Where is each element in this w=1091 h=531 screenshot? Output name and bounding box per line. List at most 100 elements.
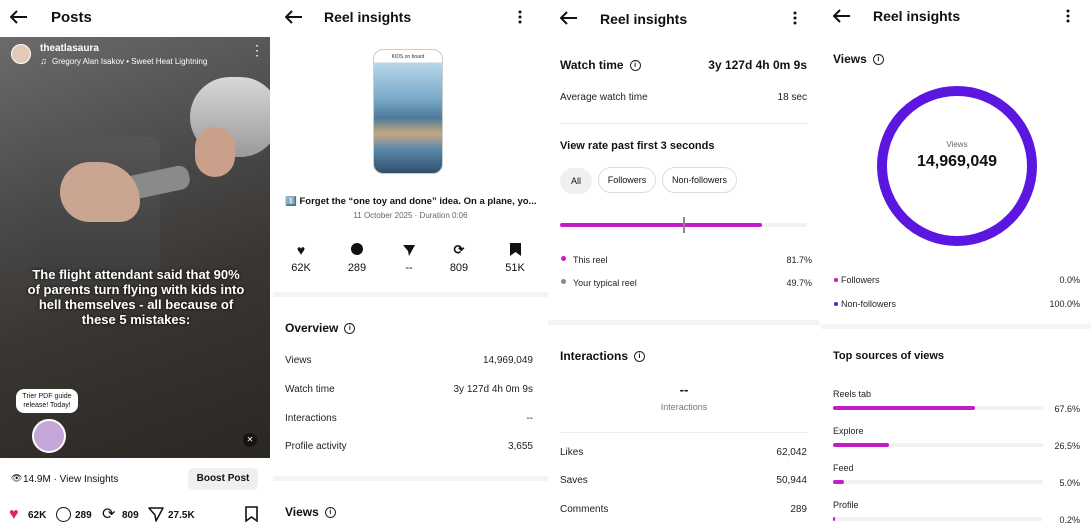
info-icon[interactable]: i <box>629 60 641 72</box>
overview-title-text: Overview <box>285 321 339 335</box>
reel-meta: 11 October 2025 · Duration 0:06 <box>353 211 468 220</box>
source-value: 26.5% <box>1054 441 1080 451</box>
stat-shares: -- <box>397 243 421 274</box>
interactions-sub: Interactions <box>660 402 708 412</box>
followers-value: 0.0% <box>1059 275 1080 285</box>
section-divider <box>548 320 820 325</box>
info-icon[interactable]: i <box>872 54 884 66</box>
legend-dot-followers <box>834 278 838 282</box>
stat-saves: 51K <box>503 243 527 274</box>
stat-value: 62K <box>291 262 311 274</box>
source-value: 0.2% <box>1059 515 1080 525</box>
boost-post-button[interactable]: Boost Post <box>188 468 258 490</box>
views-title: Views i <box>833 52 884 66</box>
more-options-icon[interactable] <box>1066 9 1072 23</box>
reel-thumbnail[interactable]: KIDS on board <box>373 49 443 174</box>
interactions-total: -- <box>679 382 689 397</box>
overlay-text: The flight attendant said that 90% of pa… <box>27 267 245 327</box>
top-sources-title: Top sources of views <box>833 350 945 362</box>
ring-label: Views <box>946 140 968 149</box>
interaction-row-value: 50,944 <box>776 475 807 486</box>
bookmark-button-icon[interactable] <box>245 506 258 527</box>
source-value: 67.6% <box>1054 404 1080 414</box>
typical-reel-value: 49.7% <box>786 278 812 288</box>
overview-row-label: Watch time <box>285 384 335 395</box>
stat-reposts: ⟳ 809 <box>447 242 471 275</box>
comment-count: 289 <box>75 510 92 521</box>
like-count: 62K <box>28 510 47 521</box>
page-title: Reel insights <box>600 11 688 27</box>
filter-non-followers[interactable]: Non-followers <box>662 167 737 193</box>
views-title: Views i <box>285 505 336 519</box>
overview-row-label: Interactions <box>285 413 337 424</box>
heart-icon: ♥ <box>296 242 306 258</box>
info-icon[interactable]: i <box>324 507 336 519</box>
overview-row-value: 3,655 <box>507 441 533 452</box>
watch-time-title: Watch time i <box>560 58 641 72</box>
back-arrow-icon[interactable] <box>833 9 853 25</box>
share-button-icon[interactable] <box>148 506 164 527</box>
followers-label: Followers <box>841 275 880 285</box>
back-arrow-icon[interactable] <box>10 10 30 26</box>
promo-avatar <box>32 419 66 453</box>
back-arrow-icon[interactable] <box>560 11 580 27</box>
view-rate-bar <box>560 217 807 233</box>
filter-all[interactable]: All <box>560 168 592 194</box>
comment-button-icon[interactable] <box>56 507 71 522</box>
view-rate-fill <box>560 223 762 227</box>
this-reel-value: 81.7% <box>786 255 812 265</box>
repost-button-icon[interactable]: ⟳ <box>102 504 115 524</box>
stat-value: -- <box>405 262 413 274</box>
interaction-row-value: 289 <box>790 504 807 515</box>
overview-row-value: -- <box>526 413 533 424</box>
source-label: Profile <box>833 500 859 510</box>
source-label: Explore <box>833 426 864 436</box>
page-title: Posts <box>51 9 92 26</box>
send-icon <box>397 243 421 257</box>
stat-value: 51K <box>505 262 525 274</box>
source-bar-fill <box>833 443 889 447</box>
interaction-row-value: 62,042 <box>776 447 807 458</box>
back-arrow-icon[interactable] <box>285 10 305 26</box>
avg-watch-label: Average watch time <box>560 92 648 103</box>
save-icon <box>503 243 527 257</box>
interaction-row-label: Saves <box>560 475 588 486</box>
overview-row-label: Profile activity <box>285 441 347 452</box>
view-insights-link[interactable]: 14.9M · View Insights <box>23 474 118 485</box>
reel-video[interactable]: The flight attendant said that 90% of pa… <box>0 37 270 458</box>
like-button-icon[interactable]: ♥ <box>9 507 19 523</box>
source-label: Feed <box>833 463 854 473</box>
reel-insights-panel-overview: Reel insights KIDS on board 1️⃣ Forget t… <box>273 0 548 531</box>
legend-dot-this-reel <box>561 256 566 261</box>
source-bar-fill <box>833 406 975 410</box>
section-divider <box>273 292 548 297</box>
info-icon[interactable]: i <box>634 351 646 363</box>
posts-panel: Posts The flight attendant said that 90%… <box>0 0 270 531</box>
view-rate-title: View rate past first 3 seconds <box>560 140 715 152</box>
author-username[interactable]: theatlasaura <box>40 43 99 54</box>
repost-icon: ⟳ <box>453 242 465 257</box>
filter-followers[interactable]: Followers <box>598 167 656 193</box>
mute-icon[interactable]: ✕ <box>243 433 257 447</box>
thin-divider <box>560 432 808 433</box>
interactions-title-text: Interactions <box>560 349 629 363</box>
source-label: Reels tab <box>833 389 872 399</box>
info-icon[interactable]: i <box>344 323 356 335</box>
more-options-icon[interactable] <box>793 11 799 25</box>
music-track[interactable]: Gregory Alan Isakov • Sweet Heat Lightni… <box>52 57 207 66</box>
source-bar-fill <box>833 517 835 521</box>
ring-value: 14,969,049 <box>916 153 998 170</box>
thin-divider <box>560 123 808 124</box>
share-count: 27.5K <box>168 510 195 521</box>
post-more-icon[interactable]: ⋮ <box>250 43 264 57</box>
eye-icon: 👁 <box>11 473 23 483</box>
page-title: Reel insights <box>324 9 412 25</box>
stat-comments: 289 <box>345 243 369 274</box>
views-title-text: Views <box>833 52 867 66</box>
repost-count: 809 <box>122 510 139 521</box>
overview-row-value: 14,969,049 <box>482 355 533 366</box>
stat-likes: ♥ 62K <box>289 243 313 274</box>
reel-thumb-text: KIDS on board <box>391 54 425 60</box>
more-options-icon[interactable] <box>518 10 524 24</box>
author-avatar[interactable] <box>11 44 31 64</box>
